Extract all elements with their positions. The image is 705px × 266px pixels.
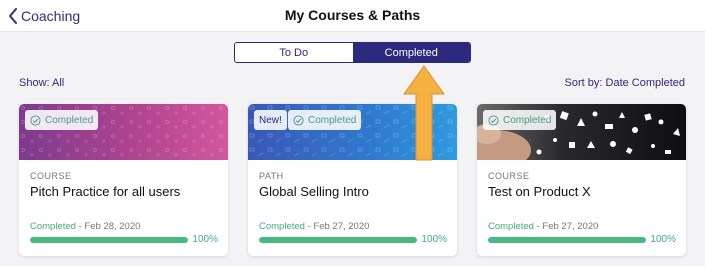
check-circle-icon [488, 114, 499, 126]
card-type: PATH [259, 171, 284, 181]
progress-fill [259, 237, 417, 243]
status-date: - Feb 28, 2020 [75, 221, 141, 232]
progress-bar [30, 237, 188, 243]
progress-bar [488, 237, 646, 243]
completed-badge-label: Completed [503, 114, 552, 126]
card-banner-image: Completed [19, 104, 228, 160]
check-circle-icon [293, 114, 304, 126]
page-title: My Courses & Paths [284, 7, 421, 23]
completed-badge-label: Completed [308, 114, 357, 126]
top-bar: Coaching My Courses & Paths [0, 0, 705, 32]
card-status: Completed - Feb 27, 2020 [488, 221, 598, 232]
progress-bar [259, 237, 417, 243]
card-type: COURSE [488, 171, 530, 181]
card-type: COURSE [30, 171, 72, 181]
completed-badge: Completed [483, 110, 557, 130]
progress-fill [488, 237, 646, 243]
status-tabs: To Do Completed [234, 42, 471, 63]
course-card[interactable]: Completed COURSE Test on Product X Compl… [477, 104, 686, 256]
card-status: Completed - Feb 27, 2020 [259, 221, 369, 232]
progress-percent: 100% [650, 234, 676, 245]
progress-percent: 100% [192, 234, 218, 245]
status-word: Completed [30, 221, 76, 232]
card-status: Completed - Feb 28, 2020 [30, 221, 140, 232]
progress-fill [30, 237, 188, 243]
show-filter[interactable]: Show: All [19, 77, 64, 89]
card-title: Pitch Practice for all users [30, 184, 181, 199]
card-banner-image: Completed [477, 104, 686, 160]
completed-badge: Completed [25, 110, 99, 130]
sort-filter[interactable]: Sort by: Date Completed [565, 77, 685, 89]
status-word: Completed [259, 221, 305, 232]
arrow-up-icon [403, 65, 445, 161]
check-circle-icon [30, 114, 41, 126]
course-card[interactable]: Completed COURSE Pitch Practice for all … [19, 104, 228, 256]
new-badge: New! [254, 110, 287, 130]
card-title: Test on Product X [488, 184, 591, 199]
status-word: Completed [488, 221, 534, 232]
tab-to-do[interactable]: To Do [235, 43, 353, 62]
completed-badge-label: Completed [45, 114, 94, 126]
status-date: - Feb 27, 2020 [533, 221, 599, 232]
tab-completed[interactable]: Completed [352, 43, 470, 62]
card-title: Global Selling Intro [259, 184, 369, 199]
completed-badge: Completed [288, 110, 362, 130]
status-date: - Feb 27, 2020 [304, 221, 370, 232]
progress-percent: 100% [421, 234, 447, 245]
